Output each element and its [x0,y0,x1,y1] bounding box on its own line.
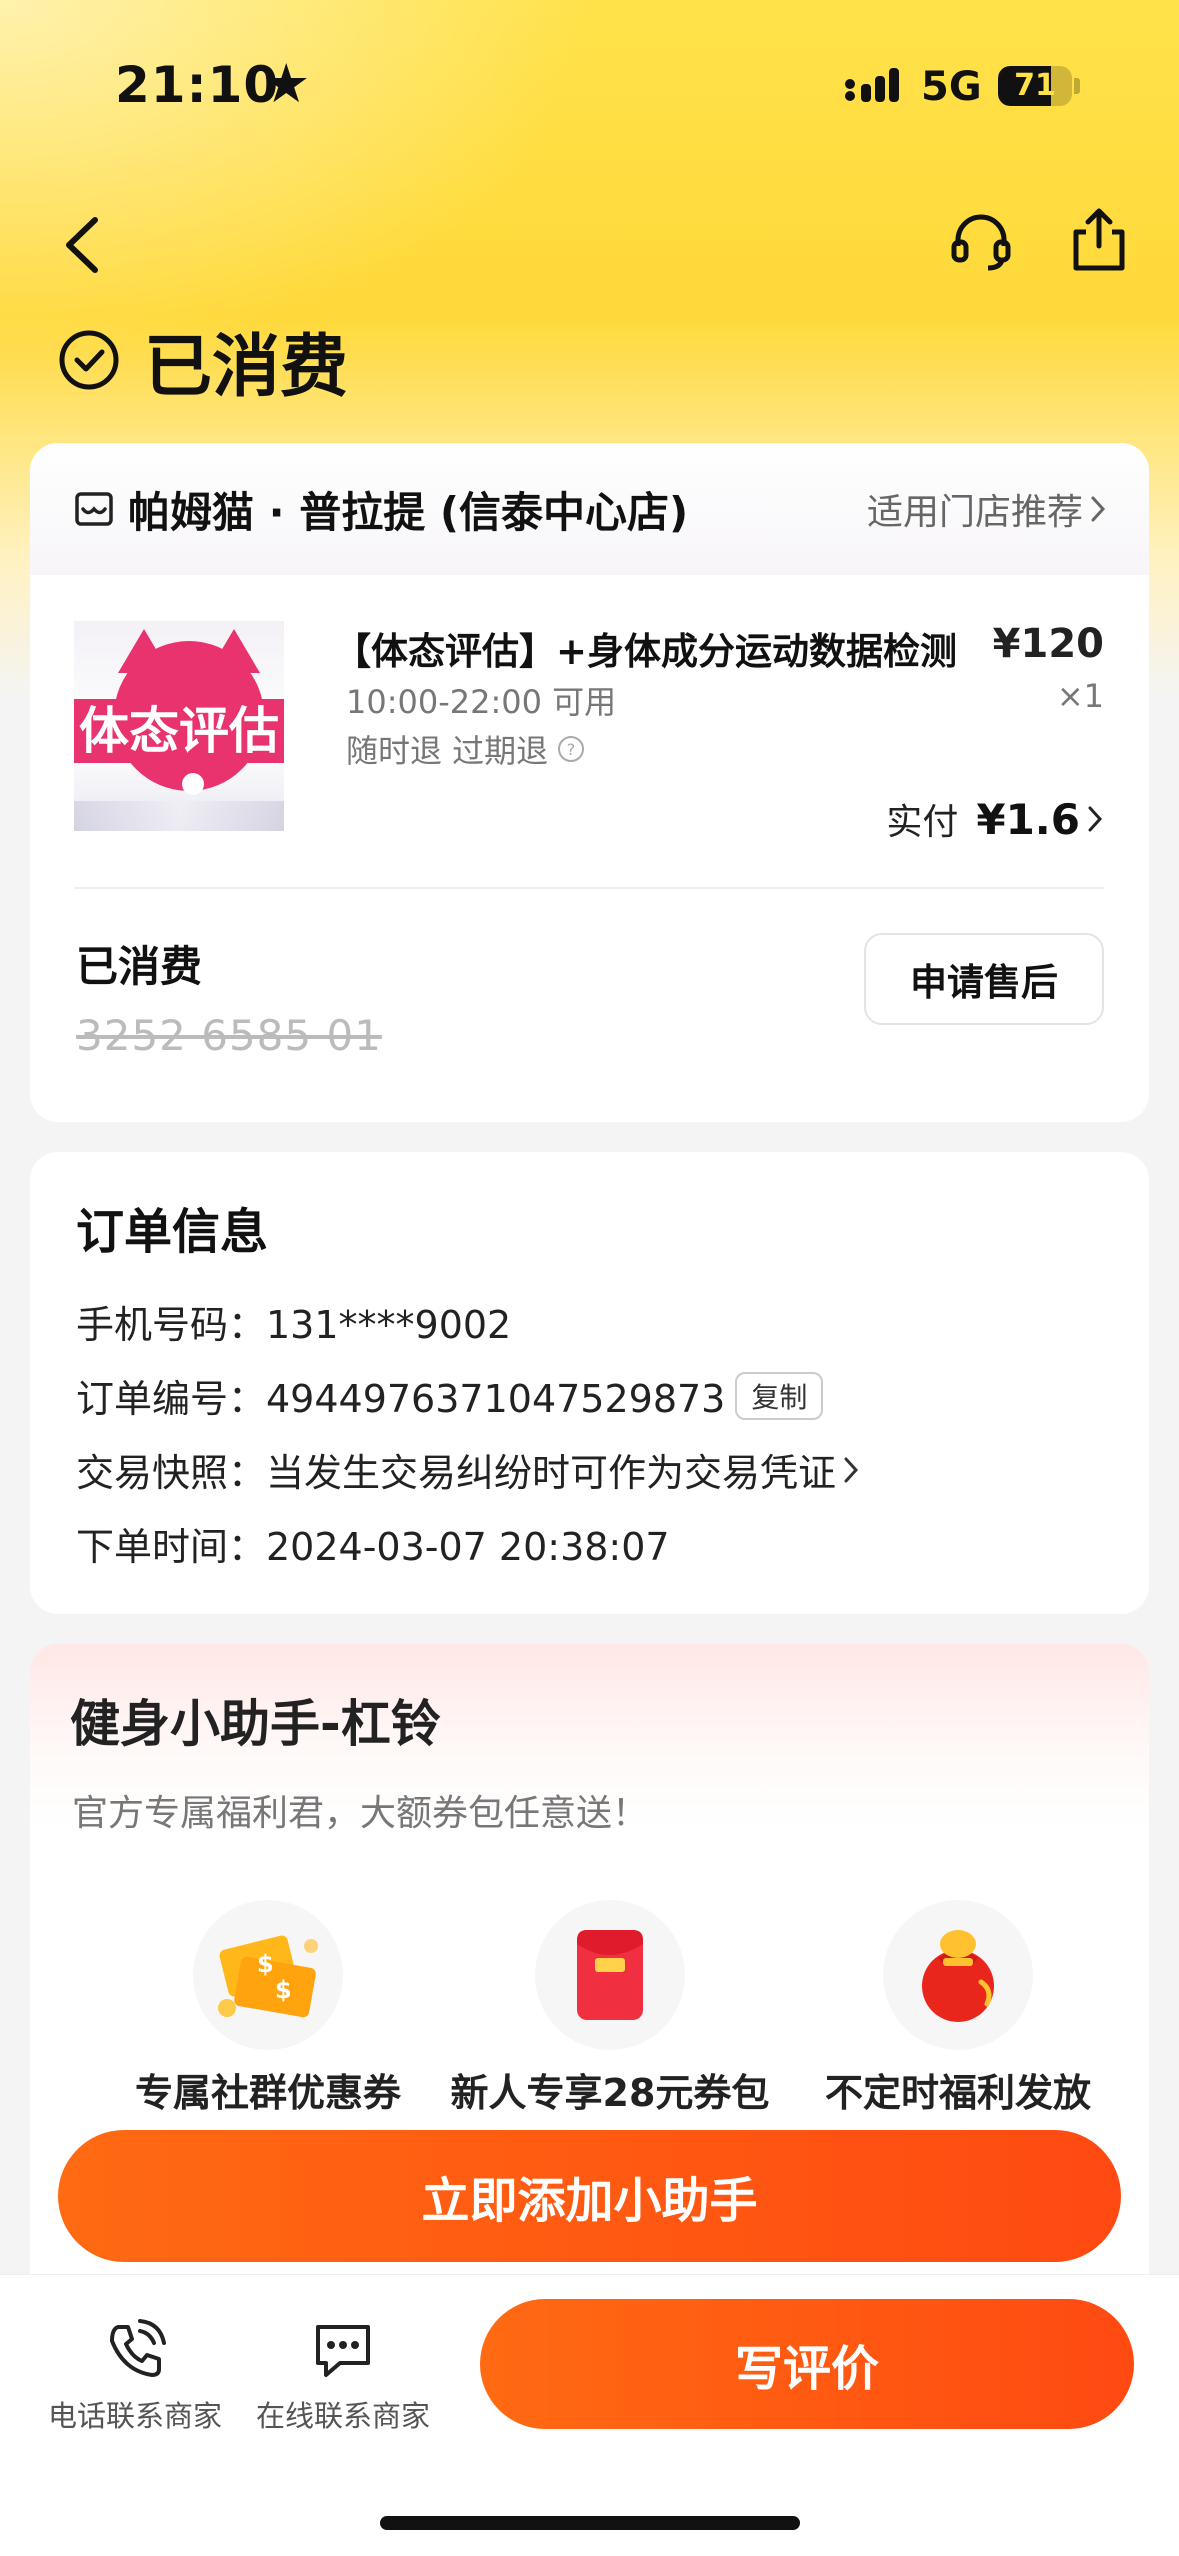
store-recommend-link[interactable]: 适用门店推荐 [867,483,1107,535]
chat-icon [316,2325,370,2377]
snapshot-row[interactable]: 交易快照：当发生交易纠纷时可作为交易凭证 [76,1442,860,1497]
perk-item: 新人专享28元券包 [450,1900,770,2117]
assistant-subtitle: 官方专属福利君，大额券包任意送！ [72,1793,649,1834]
store-icon [75,492,113,526]
thumbnail-text: 体态评估 [79,702,279,760]
divider [74,887,1104,889]
headset-icon[interactable] [950,210,1012,272]
order-number: 订单编号：4944976371047529873 [76,1377,726,1421]
write-review-button[interactable]: 写评价 [480,2299,1134,2429]
phone-contact-button[interactable]: 电话联系商家 [40,2317,230,2435]
refund-policy: 随时退 过期退 ? [346,726,586,772]
status-bar: 21:10 ★ 5G 71 [0,0,1179,160]
order-time: 下单时间：2024-03-07 20:38:07 [76,1525,670,1569]
product-price: ¥120 [992,621,1104,667]
perk-item: $ $ 专属社群优惠券 [108,1900,428,2117]
store-name[interactable]: 帕姆猫 · 普拉提 (信泰中心店) [128,479,867,540]
order-card: 帕姆猫 · 普拉提 (信泰中心店) 适用门店推荐 体态评估 【体态评估】+身体成… [30,443,1149,1122]
product-quantity: ×1 [1056,677,1104,715]
voucher-status: 已消费 [76,942,203,991]
help-icon[interactable]: ? [556,734,586,764]
signal-icon [845,68,899,102]
product-title: 【体态评估】+身体成分运动数据检测 [334,630,958,673]
svg-text:$: $ [275,1976,292,2004]
share-icon[interactable] [1068,206,1130,272]
status-title: 已消费 [144,327,349,407]
chevron-right-icon [1091,496,1106,522]
network-type: 5G [921,64,982,110]
chevron-right-icon [844,1457,859,1482]
gift-bag-icon [883,1900,1033,2050]
chevron-right-icon [1088,806,1103,832]
store-recommend-label: 适用门店推荐 [866,492,1083,533]
phone-icon [110,2319,166,2377]
paid-amount-row[interactable]: 实付 ¥1.6 [886,793,1104,845]
coupon-icon: $ $ [193,1900,343,2050]
copy-button[interactable]: 复制 [735,1371,824,1420]
paid-label: 实付 [886,802,959,843]
perk-label: 不定时福利发放 [824,2071,1091,2115]
perk-item: 不定时福利发放 [798,1900,1118,2117]
paid-value: ¥1.6 [976,794,1080,844]
svg-text:?: ? [567,740,576,759]
refund-policy-text: 随时退 过期退 [346,732,549,770]
store-row[interactable]: 帕姆猫 · 普拉提 (信泰中心店) 适用门店推荐 [30,443,1149,575]
online-contact-label: 在线联系商家 [255,2399,430,2433]
battery-tip [1074,78,1080,94]
aftersale-button[interactable]: 申请售后 [864,933,1104,1025]
online-contact-button[interactable]: 在线联系商家 [248,2317,438,2435]
phone-number: 手机号码：131****9002 [76,1303,512,1347]
perk-label: 新人专享28元券包 [450,2071,770,2115]
product-item[interactable]: 体态评估 【体态评估】+身体成分运动数据检测 ¥120 10:00-22:00 … [74,621,1104,844]
voucher-code: 3252 6585 01 [76,1011,382,1060]
order-status: 已消费 [58,315,348,407]
bottom-bar: 电话联系商家 在线联系商家 写评价 [0,2274,1179,2556]
assistant-title: 健身小助手-杠铃 [70,1695,441,1753]
svg-text:$: $ [257,1950,274,1978]
add-assistant-button[interactable]: 立即添加小助手 [58,2130,1121,2262]
battery-level: 71 [1014,68,1056,103]
snapshot-text: 交易快照：当发生交易纠纷时可作为交易凭证 [76,1451,837,1495]
home-indicator [380,2516,800,2530]
order-info-card: 订单信息 手机号码：131****9002 订单编号：4944976371047… [30,1152,1149,1614]
red-packet-icon [535,1900,685,2050]
order-info-title: 订单信息 [76,1204,269,1260]
status-time: 21:10 [115,56,280,114]
perk-label: 专属社群优惠券 [134,2071,401,2115]
product-hours: 10:00-22:00 可用 [346,683,617,721]
check-circle-icon [59,330,119,390]
battery-icon: 71 [998,66,1072,106]
back-icon[interactable] [55,210,111,280]
product-thumbnail: 体态评估 [74,621,284,831]
phone-contact-label: 电话联系商家 [47,2399,222,2433]
order-number-row: 订单编号：4944976371047529873 复制 [76,1368,824,1423]
star-icon: ★ [262,52,311,115]
